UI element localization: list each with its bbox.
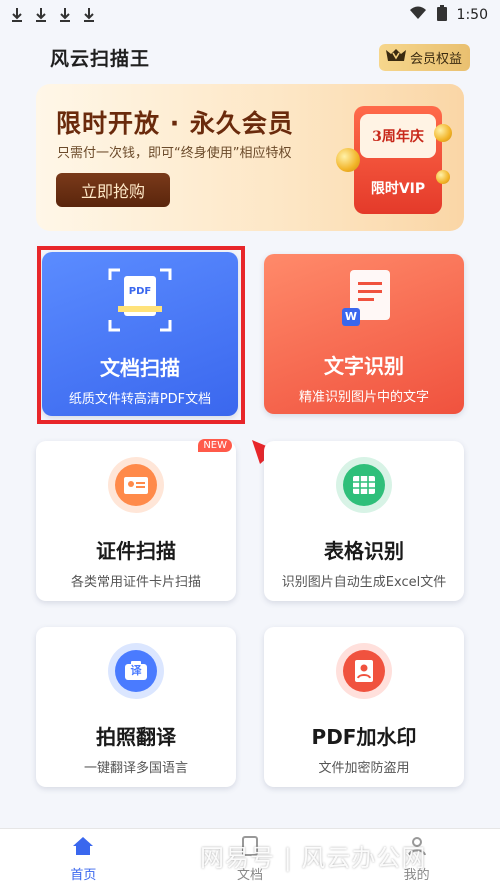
- nav-home[interactable]: 首页: [0, 829, 167, 889]
- limited-vip-label: 限时VIP: [370, 181, 426, 197]
- table-icon: [336, 457, 392, 513]
- table-recognition-subtitle: 识别图片自动生成Excel文件: [281, 575, 447, 590]
- promo-banner[interactable]: 限时开放 · 永久会员 只需付一次钱，即可“终身使用”相应特权 立即抢购 3周年…: [36, 84, 464, 231]
- profile-icon: [407, 836, 427, 860]
- id-card-icon: [108, 457, 164, 513]
- nav-home-label: 首页: [70, 867, 97, 883]
- app-title: 风云扫描王: [50, 47, 151, 70]
- id-scan-title: 证件扫描: [96, 539, 176, 563]
- download-icon: [34, 7, 48, 23]
- documents-icon: [240, 835, 260, 860]
- id-scan-subtitle: 各类常用证件卡片扫描: [70, 575, 201, 590]
- bottom-nav: 首页 文档 我的: [0, 828, 500, 889]
- text-recognition-subtitle: 精准识别图片中的文字: [298, 390, 429, 405]
- notification-icons: [10, 7, 96, 23]
- nav-profile[interactable]: 我的: [333, 829, 500, 889]
- photo-translate-subtitle: 一键翻译多国语言: [83, 761, 188, 776]
- vip-benefits-button[interactable]: 会员权益: [378, 43, 470, 71]
- pdf-watermark-subtitle: 文件加密防盗用: [318, 761, 410, 776]
- battery-icon: [436, 5, 447, 25]
- photo-translate-card[interactable]: 译 拍照翻译 一键翻译多国语言: [36, 627, 236, 787]
- camera-translate-icon: 译: [108, 643, 164, 699]
- coin-icon: [436, 170, 450, 184]
- coin-icon: [434, 124, 452, 142]
- annotation-highlight-box: [37, 246, 245, 424]
- download-icon: [82, 7, 96, 23]
- banner-subtitle: 只需付一次钱，即可“终身使用”相应特权: [57, 146, 292, 161]
- buy-now-button[interactable]: 立即抢购: [56, 173, 170, 207]
- pdf-watermark-card[interactable]: PDF加水印 文件加密防盗用: [264, 627, 464, 787]
- nav-documents-label: 文档: [237, 867, 264, 883]
- wifi-icon: [409, 6, 427, 24]
- text-recognition-card[interactable]: W 文字识别 精准识别图片中的文字: [264, 254, 464, 414]
- nav-documents[interactable]: 文档: [167, 829, 334, 889]
- table-recognition-card[interactable]: 表格识别 识别图片自动生成Excel文件: [264, 441, 464, 601]
- table-recognition-title: 表格识别: [324, 539, 404, 563]
- anniversary-label: 3周年庆: [360, 114, 436, 158]
- download-icon: [58, 7, 72, 23]
- anniversary-vip-card: 3周年庆 限时VIP: [354, 106, 442, 214]
- vip-benefits-label: 会员权益: [409, 51, 462, 67]
- home-icon: [72, 836, 94, 860]
- watermark-stamp-icon: [336, 643, 392, 699]
- nav-profile-label: 我的: [403, 867, 430, 883]
- word-icon-label: W: [344, 310, 358, 323]
- photo-translate-title: 拍照翻译: [96, 725, 176, 749]
- id-scan-card[interactable]: NEW 证件扫描 各类常用证件卡片扫描: [36, 439, 236, 601]
- crown-icon: [385, 48, 407, 66]
- banner-title: 限时开放 · 永久会员: [56, 109, 294, 138]
- app-header: 风云扫描王 会员权益: [0, 30, 500, 84]
- translate-icon-label: 译: [130, 664, 142, 677]
- text-recognition-title: 文字识别: [324, 354, 404, 378]
- status-bar: 1:50: [0, 0, 500, 30]
- pdf-watermark-title: PDF加水印: [311, 725, 417, 749]
- new-badge: NEW: [198, 439, 232, 452]
- status-time: 1:50: [456, 7, 488, 23]
- coin-icon: [336, 148, 360, 172]
- document-word-icon: W: [340, 268, 394, 332]
- download-icon: [10, 7, 24, 23]
